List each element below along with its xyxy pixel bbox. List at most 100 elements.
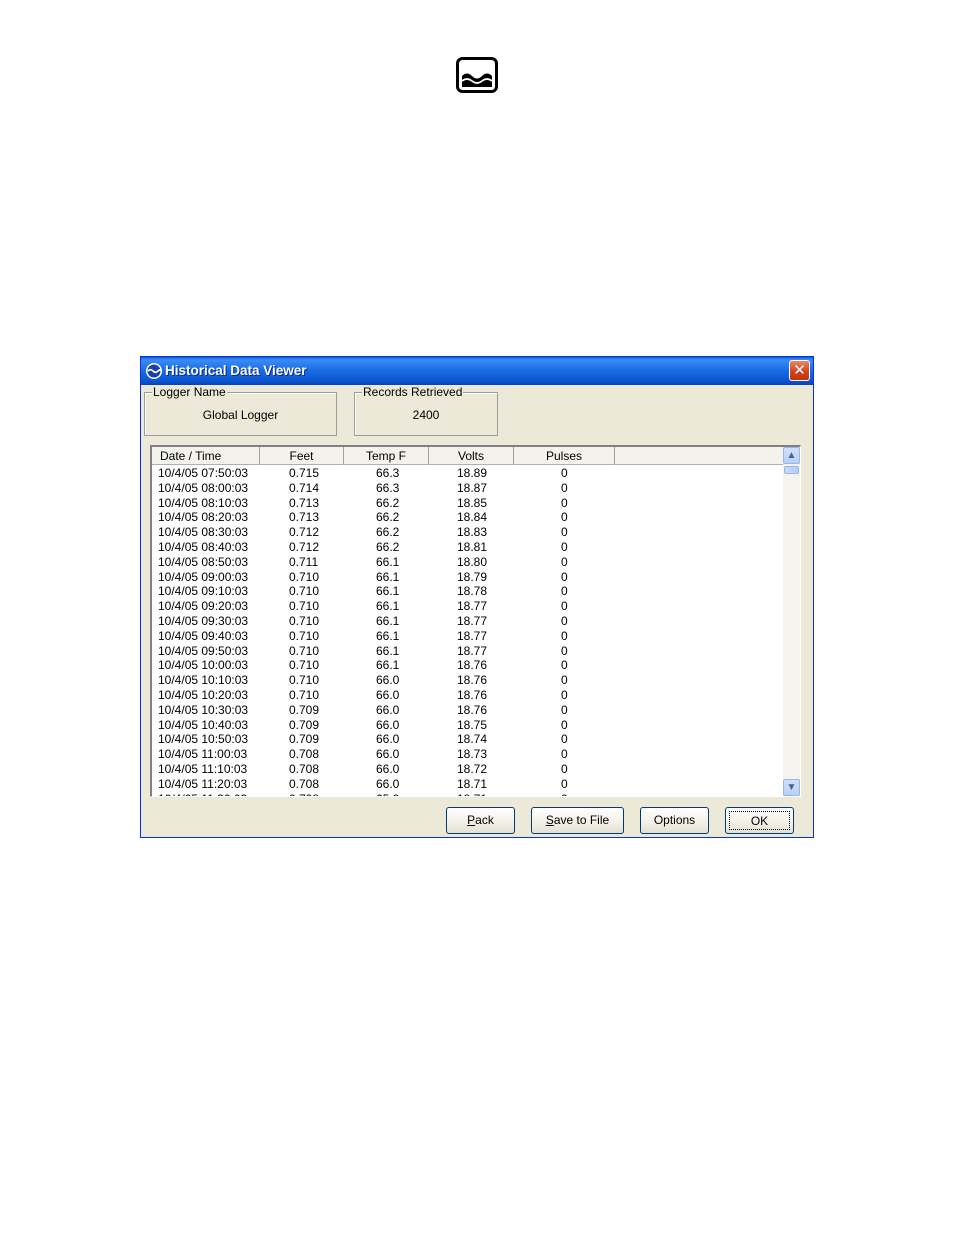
table-row[interactable]: 10/4/05 10:50:03 0.709 66.0 18.74 0 <box>152 732 783 747</box>
table-row[interactable]: 10/4/05 08:20:03 0.713 66.2 18.84 0 <box>152 510 783 525</box>
cell-pulses: 0 <box>561 792 568 796</box>
cell-feet: 0.708 <box>289 792 319 796</box>
cell-date-time: 10/4/05 09:00:03 <box>158 569 249 584</box>
table-row[interactable]: 10/4/05 09:30:03 0.710 66.1 18.77 0 <box>152 614 783 629</box>
cell-date-time: 10/4/05 09:40:03 <box>158 628 249 643</box>
pack-label: ack <box>475 813 494 827</box>
app-wave-icon <box>146 363 162 379</box>
cell-feet: 0.708 <box>289 762 320 776</box>
cell-feet: 0.710 <box>289 584 320 599</box>
cell-volts: 18.77 <box>457 614 488 628</box>
pack-button[interactable]: Pack <box>446 807 515 834</box>
cell-temp-f: 66.2 <box>376 540 400 554</box>
cell-pulses: 0 <box>561 495 568 510</box>
cell-date-time: 10/4/05 10:10:03 <box>158 673 249 688</box>
cell-volts: 18.76 <box>457 673 488 688</box>
cell-volts: 18.85 <box>457 495 488 510</box>
cell-feet: 0.710 <box>289 569 320 584</box>
cell-volts: 18.74 <box>457 732 488 747</box>
cell-pulses: 0 <box>561 688 568 702</box>
cell-volts: 18.75 <box>457 717 488 732</box>
table-row[interactable]: 10/4/05 11:10:03 0.708 66.0 18.72 0 <box>152 762 783 777</box>
logger-name-label: Logger Name <box>152 385 227 399</box>
column-header-filler <box>615 447 786 465</box>
cell-volts: 18.71 <box>457 776 488 791</box>
table-row[interactable]: 10/4/05 09:00:03 0.710 66.1 18.79 0 <box>152 570 783 585</box>
cell-pulses: 0 <box>561 702 568 717</box>
cell-feet: 0.710 <box>289 643 320 658</box>
close-button[interactable]: ✕ <box>789 360 810 381</box>
cell-date-time: 10/4/05 11:10:03 <box>158 762 248 776</box>
column-header-feet[interactable]: Feet <box>260 447 344 465</box>
column-header-temp-f[interactable]: Temp F <box>344 447 429 465</box>
scroll-down-button[interactable]: ▼ <box>783 779 800 796</box>
cell-volts: 18.73 <box>457 747 488 762</box>
table-row[interactable]: 10/4/05 08:40:03 0.712 66.2 18.81 0 <box>152 540 783 555</box>
cell-volts: 18.77 <box>457 643 488 658</box>
cell-pulses: 0 <box>561 732 568 747</box>
cell-feet: 0.709 <box>289 702 320 717</box>
cell-date-time: 10/4/05 09:10:03 <box>158 584 249 599</box>
table-row[interactable]: 10/4/05 09:20:03 0.710 66.1 18.77 0 <box>152 599 783 614</box>
table-row[interactable]: 10/4/05 09:10:03 0.710 66.1 18.78 0 <box>152 584 783 599</box>
table-row[interactable]: 10/4/05 11:20:03 0.708 66.0 18.71 0 <box>152 777 783 792</box>
cell-volts: 18.79 <box>457 569 488 584</box>
cell-date-time: 10/4/05 08:10:03 <box>158 495 249 510</box>
column-header-pulses[interactable]: Pulses <box>514 447 615 465</box>
table-row[interactable]: 10/4/05 10:10:03 0.710 66.0 18.76 0 <box>152 673 783 688</box>
cell-feet: 0.710 <box>289 673 320 688</box>
cell-temp-f: 66.2 <box>376 525 400 540</box>
data-listview[interactable]: Date / Time Feet Temp F Volts Pulses 10/… <box>150 445 801 797</box>
scroll-up-button[interactable]: ▲ <box>783 447 800 464</box>
column-header-date-time[interactable]: Date / Time <box>152 447 260 465</box>
cell-date-time: 10/4/05 07:50:03 <box>158 466 249 480</box>
cell-feet: 0.708 <box>289 747 320 762</box>
table-row[interactable]: 10/4/05 11:00:03 0.708 66.0 18.73 0 <box>152 747 783 762</box>
wave-logo-icon <box>456 57 498 93</box>
historical-data-viewer-window: Historical Data Viewer ✕ Logger Name Glo… <box>140 356 814 838</box>
cell-date-time: 10/4/05 08:00:03 <box>158 480 249 495</box>
table-row[interactable]: 10/4/05 10:20:03 0.710 66.0 18.76 0 <box>152 688 783 703</box>
scroll-thumb[interactable] <box>784 466 799 474</box>
cell-pulses: 0 <box>561 747 568 762</box>
table-row[interactable]: 10/4/05 08:30:03 0.712 66.2 18.83 0 <box>152 525 783 540</box>
cell-temp-f: 66.1 <box>376 584 400 599</box>
cell-temp-f: 66.3 <box>376 480 400 495</box>
cell-temp-f: 66.0 <box>376 776 400 791</box>
title-bar[interactable]: Historical Data Viewer ✕ <box>141 357 813 385</box>
table-row[interactable]: 10/4/05 10:00:03 0.710 66.1 18.76 0 <box>152 658 783 673</box>
cell-temp-f: 66.0 <box>376 688 400 702</box>
table-row[interactable]: 10/4/05 09:50:03 0.710 66.1 18.77 0 <box>152 644 783 659</box>
chevron-up-icon: ▲ <box>786 450 797 461</box>
table-row[interactable]: 10/4/05 08:50:03 0.711 66.1 18.80 0 <box>152 555 783 570</box>
cell-feet: 0.714 <box>289 480 320 495</box>
table-row[interactable]: 10/4/05 08:00:03 0.714 66.3 18.87 0 <box>152 481 783 496</box>
table-row[interactable]: 10/4/05 07:50:03 0.715 66.3 18.89 0 <box>152 466 783 481</box>
table-row[interactable]: 10/4/05 10:40:03 0.709 66.0 18.75 0 <box>152 718 783 733</box>
options-button[interactable]: Options <box>640 807 709 834</box>
vertical-scrollbar[interactable]: ▲ ▼ <box>783 447 800 796</box>
save-to-file-button[interactable]: Save to File <box>531 807 624 834</box>
cell-temp-f: 66.0 <box>376 673 400 688</box>
records-retrieved-group: Records Retrieved 2400 <box>354 385 498 436</box>
cell-date-time: 10/4/05 10:50:03 <box>158 732 249 747</box>
cell-pulses: 0 <box>561 762 568 776</box>
ok-button[interactable]: OK <box>725 807 794 834</box>
cell-feet: 0.710 <box>289 614 320 628</box>
cell-date-time: 10/4/05 10:20:03 <box>158 688 249 702</box>
close-icon: ✕ <box>793 361 806 379</box>
cell-temp-f: 66.1 <box>376 628 400 643</box>
table-row[interactable]: 10/4/05 09:40:03 0.710 66.1 18.77 0 <box>152 629 783 644</box>
cell-feet: 0.715 <box>289 466 320 480</box>
table-row[interactable]: 10/4/05 11:30:03 0.708 65.9 18.71 0 <box>152 792 783 796</box>
table-row[interactable]: 10/4/05 10:30:03 0.709 66.0 18.76 0 <box>152 703 783 718</box>
cell-volts: 18.71 <box>457 792 487 796</box>
cell-volts: 18.83 <box>457 525 488 540</box>
column-header-volts[interactable]: Volts <box>429 447 514 465</box>
ok-label: OK <box>750 814 769 828</box>
cell-temp-f: 66.1 <box>376 643 400 658</box>
cell-temp-f: 66.2 <box>376 510 400 525</box>
cell-pulses: 0 <box>561 643 568 658</box>
options-label: Options <box>653 813 696 827</box>
table-row[interactable]: 10/4/05 08:10:03 0.713 66.2 18.85 0 <box>152 496 783 511</box>
